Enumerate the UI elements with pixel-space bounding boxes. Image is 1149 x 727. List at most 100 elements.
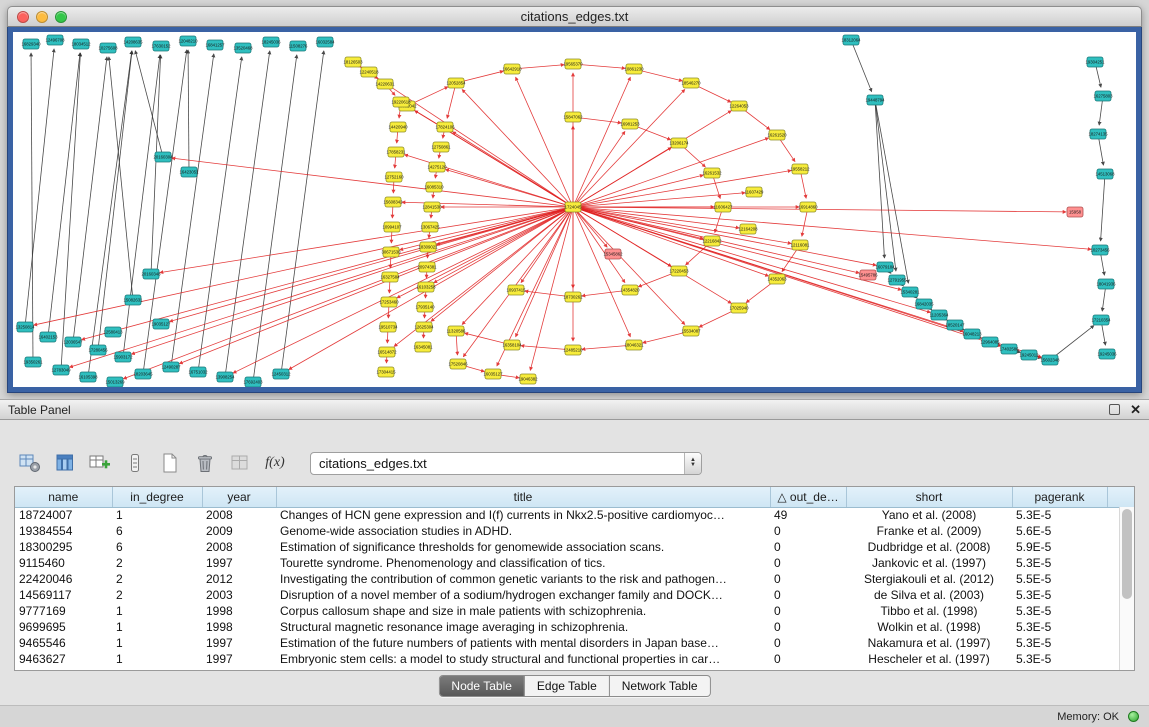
graph-node[interactable]: 16048213: [962, 329, 982, 339]
graph-node[interactable]: 14275120: [427, 162, 447, 172]
graph-node[interactable]: 12036547: [63, 337, 83, 347]
tab-node-table[interactable]: Node Table: [439, 676, 525, 696]
graph-node[interactable]: 15602348: [1040, 355, 1060, 365]
table-cell[interactable]: 1997: [202, 635, 276, 651]
graph-node[interactable]: 16103258: [416, 282, 436, 292]
graph-node[interactable]: 12750861: [431, 142, 451, 152]
table-cell[interactable]: 22420046: [15, 571, 112, 587]
table-cell[interactable]: de Silva et al. (2003): [846, 587, 1012, 603]
table-cell[interactable]: 0: [770, 603, 846, 619]
table-cell[interactable]: 6: [112, 523, 202, 539]
table-cell[interactable]: Genome-wide association studies in ADHD.: [276, 523, 770, 539]
graph-node[interactable]: 12964085: [980, 337, 1000, 347]
table-row[interactable]: 977716911998Corpus callosum shape and si…: [15, 603, 1135, 619]
network-window-titlebar[interactable]: citations_edges.txt: [7, 6, 1142, 27]
graph-node[interactable]: 16261520: [767, 130, 787, 140]
graph-node[interactable]: 16829340: [21, 39, 41, 49]
graph-node[interactable]: 17220453: [669, 266, 689, 276]
table-cell[interactable]: Franke et al. (2009): [846, 523, 1012, 539]
graph-node[interactable]: 19565370: [563, 59, 583, 69]
graph-node[interactable]: 12496708: [45, 35, 65, 45]
table-cell[interactable]: 18724007: [15, 507, 112, 523]
table-cell[interactable]: 5.3E-5: [1012, 507, 1107, 523]
table-cell[interactable]: 1998: [202, 619, 276, 635]
table-cell[interactable]: 49: [770, 507, 846, 523]
table-cell[interactable]: 5.3E-5: [1012, 635, 1107, 651]
graph-node[interactable]: 19245012: [1019, 350, 1039, 360]
graph-node[interactable]: 12791955: [887, 275, 907, 285]
table-cell[interactable]: 14569117: [15, 587, 112, 603]
table-cell[interactable]: 18300295: [15, 539, 112, 555]
graph-node[interactable]: 16035127: [483, 369, 503, 379]
graph-node[interactable]: 10273456: [1090, 245, 1110, 255]
graph-node[interactable]: 17824106: [435, 122, 455, 132]
table-cell[interactable]: 5.3E-5: [1012, 603, 1107, 619]
table-cell[interactable]: 1: [112, 651, 202, 667]
graph-node[interactable]: 17025940: [729, 303, 749, 313]
graph-node[interactable]: 10861230: [624, 64, 644, 74]
graph-node[interactable]: 15958: [1067, 207, 1083, 217]
table-vertical-scrollbar[interactable]: [1119, 507, 1134, 670]
graph-node[interactable]: 15847062: [563, 112, 583, 122]
graph-node[interactable]: 15534087: [681, 326, 701, 336]
graph-node[interactable]: 12580413: [103, 327, 123, 337]
table-cell[interactable]: 5.3E-5: [1012, 619, 1107, 635]
graph-node[interactable]: 18041936: [1096, 279, 1116, 289]
table-cell[interactable]: 2008: [202, 539, 276, 555]
graph-node[interactable]: 19220618: [391, 97, 411, 107]
graph-node[interactable]: 18245036: [261, 37, 281, 47]
table-cell[interactable]: Tourette syndrome. Phenomenology and cla…: [276, 555, 770, 571]
graph-node[interactable]: 18046321: [624, 340, 644, 350]
table-cell[interactable]: 1997: [202, 651, 276, 667]
graph-node[interactable]: 16079184: [875, 262, 895, 272]
graph-node[interactable]: 18274135: [1088, 129, 1108, 139]
graph-node[interactable]: 19245036: [1097, 349, 1117, 359]
table-options-button[interactable]: [16, 450, 44, 476]
table-cell[interactable]: 0: [770, 587, 846, 603]
graph-node[interactable]: 15495786: [858, 270, 878, 280]
graph-node[interactable]: 19510734: [378, 322, 398, 332]
table-row[interactable]: 1830029562008Estimation of significance …: [15, 539, 1135, 555]
table-cell[interactable]: Investigating the contribution of common…: [276, 571, 770, 587]
graph-node[interactable]: 16275803: [1093, 91, 1113, 101]
table-cell[interactable]: 5.3E-5: [1012, 651, 1107, 667]
column-header-4[interactable]: △ out_de…: [770, 487, 846, 507]
graph-node[interactable]: 18034512: [71, 39, 91, 49]
graph-node[interactable]: 16261532: [702, 168, 722, 178]
graph-node[interactable]: 12164208: [738, 224, 758, 234]
float-panel-icon[interactable]: [1109, 404, 1120, 415]
graph-node[interactable]: 16514872: [377, 347, 397, 357]
graph-node[interactable]: 12216842: [702, 236, 722, 246]
table-cell[interactable]: Disruption of a novel member of a sodium…: [276, 587, 770, 603]
graph-node[interactable]: 17253460: [379, 297, 399, 307]
graph-node[interactable]: 17520846: [448, 359, 468, 369]
graph-node[interactable]: 13206174: [669, 138, 689, 148]
table-cell[interactable]: 2003: [202, 587, 276, 603]
delete-table-button[interactable]: [191, 450, 219, 476]
table-cell[interactable]: Corpus callosum shape and size in male p…: [276, 603, 770, 619]
graph-node[interactable]: 18312064: [841, 35, 861, 45]
table-cell[interactable]: 1: [112, 507, 202, 523]
tab-edge-table[interactable]: Edge Table: [525, 676, 610, 696]
table-cell[interactable]: 0: [770, 571, 846, 587]
table-cell[interactable]: 2: [112, 555, 202, 571]
table-cell[interactable]: 1998: [202, 603, 276, 619]
table-cell[interactable]: 0: [770, 539, 846, 555]
graph-node[interactable]: 11320586: [447, 326, 466, 336]
graph-node[interactable]: 13067425: [420, 222, 440, 232]
graph-node[interactable]: 15608342: [383, 197, 403, 207]
table-cell[interactable]: Dudbridge et al. (2008): [846, 539, 1012, 555]
graph-node[interactable]: 12450312: [271, 369, 291, 379]
table-row[interactable]: 946362711997Embryonic stem cells: a mode…: [15, 651, 1135, 667]
column-header-5[interactable]: short: [846, 487, 1012, 507]
minimize-window-button[interactable]: [36, 11, 48, 23]
table-cell[interactable]: Structural magnetic resonance image aver…: [276, 619, 770, 635]
table-cell[interactable]: 0: [770, 619, 846, 635]
graph-node[interactable]: 14354820: [620, 285, 640, 295]
graph-node[interactable]: 16345081: [413, 342, 433, 352]
close-window-button[interactable]: [17, 11, 29, 23]
column-header-1[interactable]: in_degree: [112, 487, 202, 507]
graph-node[interactable]: 13520468: [233, 43, 253, 53]
graph-node[interactable]: 18730262: [563, 292, 583, 302]
graph-node[interactable]: 16751032: [188, 367, 208, 377]
